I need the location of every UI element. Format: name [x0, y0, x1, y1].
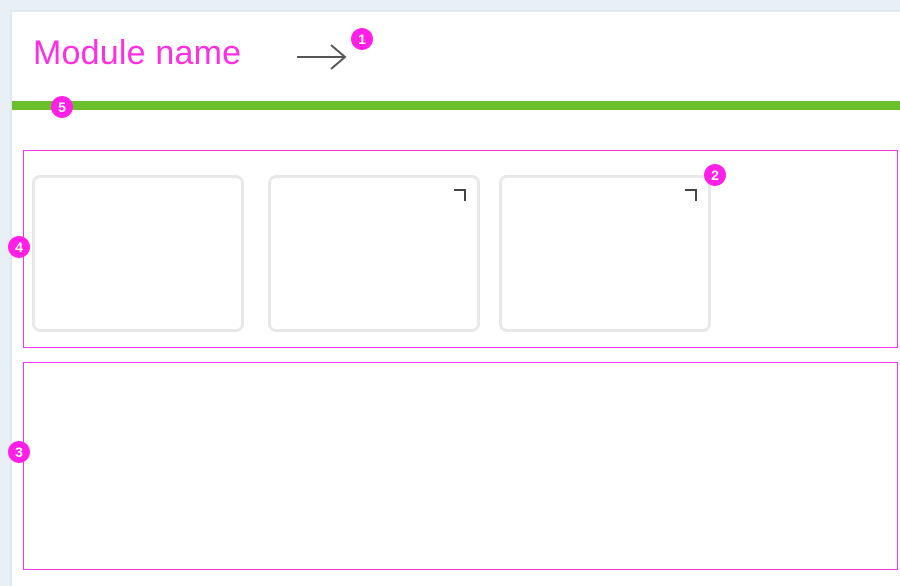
content-region: [23, 362, 898, 570]
module-divider-bar: [12, 101, 900, 110]
annotation-badge-1: 1: [351, 28, 373, 50]
arrow-right-icon[interactable]: [295, 40, 351, 74]
expand-corner-icon[interactable]: [685, 189, 697, 201]
card-2[interactable]: [268, 175, 480, 332]
annotation-badge-2: 2: [704, 164, 726, 186]
module-title: Module name: [33, 34, 242, 72]
card-1[interactable]: [32, 175, 244, 332]
card-3[interactable]: [499, 175, 711, 332]
annotation-badge-5: 5: [51, 96, 73, 118]
expand-corner-icon[interactable]: [454, 189, 466, 201]
annotation-badge-4: 4: [8, 236, 30, 258]
annotation-badge-3: 3: [8, 441, 30, 463]
